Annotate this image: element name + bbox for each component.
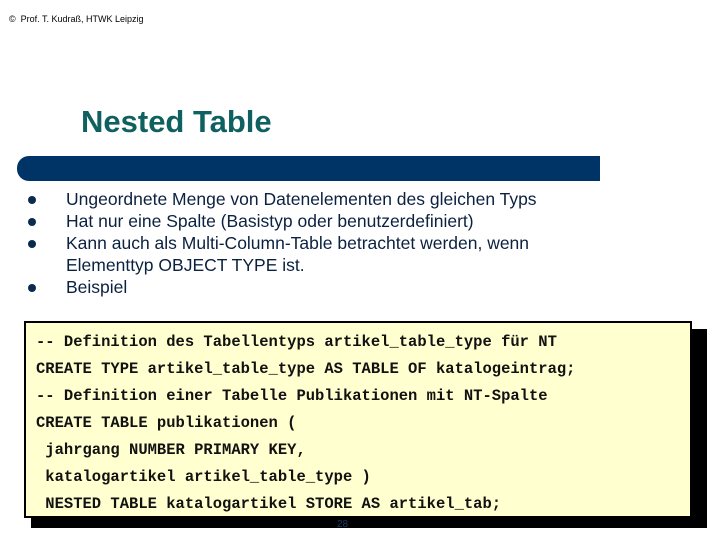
bullet-list: Ungeordnete Menge von Datenelementen des… [26,188,626,298]
page-number: 28 [337,519,349,530]
bullet-text: Ungeordnete Menge von Datenelementen des… [66,189,537,209]
code-line: katalogartikel artikel_table_type ) [36,468,371,486]
bullet-icon [28,196,36,204]
bullet-icon [28,240,36,248]
bullet-item: Ungeordnete Menge von Datenelementen des… [26,188,626,210]
bullet-item: Hat nur eine Spalte (Basistyp oder benut… [26,210,626,232]
bullet-text: Beispiel [66,277,128,297]
code-line: jahrgang NUMBER PRIMARY KEY, [36,441,306,459]
copyright-text: Prof. T. Kudraß, HTWK Leipzig [20,14,144,24]
code-example-box: -- Definition des Tabellentyps artikel_t… [24,321,692,518]
code-line: CREATE TYPE artikel_table_type AS TABLE … [36,360,576,378]
bullet-icon [28,284,36,292]
title-underline-bar [17,156,600,181]
code-line: NESTED TABLE katalogartikel STORE AS art… [36,495,502,513]
bullet-text: Kann auch als Multi-Column-Table betrach… [66,233,530,275]
slide-title: Nested Table [81,104,272,139]
bullet-icon [28,218,36,226]
copyright-icon: © [9,14,16,24]
bullet-item: Beispiel [26,276,626,298]
copyright-header: © Prof. T. Kudraß, HTWK Leipzig [9,14,144,24]
bullet-item: Kann auch als Multi-Column-Table betrach… [26,232,626,276]
code-line: CREATE TABLE publikationen ( [36,414,297,432]
bullet-text: Hat nur eine Spalte (Basistyp oder benut… [66,211,474,231]
code-line: -- Definition des Tabellentyps artikel_t… [36,333,557,351]
code-lines: -- Definition des Tabellentyps artikel_t… [36,329,576,518]
code-line: -- Definition einer Tabelle Publikatione… [36,387,548,405]
